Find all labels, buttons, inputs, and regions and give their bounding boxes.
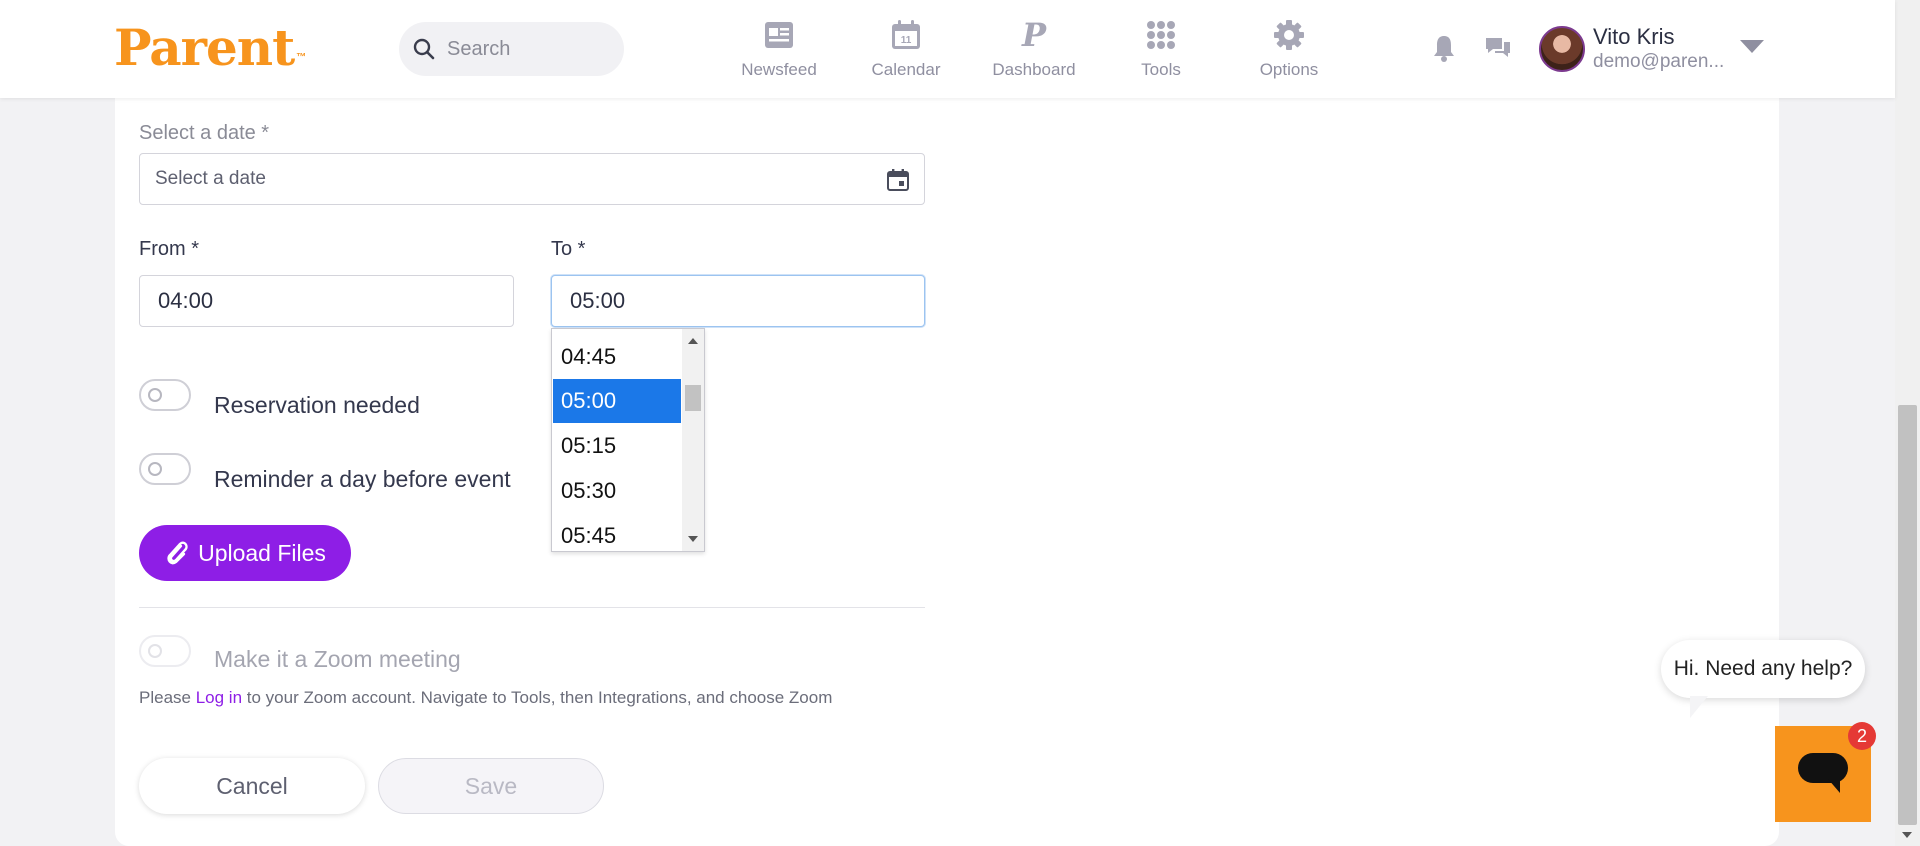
save-label: Save — [464, 772, 518, 799]
newsfeed-icon — [765, 22, 793, 48]
date-field[interactable]: Select a date — [139, 153, 925, 205]
svg-text:11: 11 — [901, 35, 912, 46]
time-option[interactable]: 05:45 — [553, 514, 681, 558]
to-time-field[interactable]: 05:00 — [551, 275, 925, 327]
from-time-value: 04:00 — [158, 288, 214, 313]
date-label: Select a date * — [139, 122, 270, 144]
upload-files-button[interactable]: Upload Files — [139, 525, 351, 581]
reservation-toggle[interactable] — [139, 379, 191, 411]
nav-newsfeed-label: Newsfeed — [741, 60, 817, 79]
time-option[interactable]: 05:15 — [553, 424, 681, 468]
zoom-note-suffix: to your Zoom account. Navigate to Tools,… — [246, 688, 833, 707]
nav-calendar[interactable]: 11 Calendar — [846, 18, 966, 80]
help-bubble-text: Hi. Need any help? — [1673, 657, 1853, 680]
date-placeholder: Select a date — [155, 168, 266, 189]
chat-unread-badge: 2 — [1848, 722, 1876, 750]
dropdown-scroll-thumb[interactable] — [685, 385, 701, 411]
time-option[interactable]: 04:45 — [553, 335, 681, 379]
gear-icon — [1274, 20, 1304, 50]
tools-icon — [1147, 21, 1175, 49]
avatar[interactable] — [1539, 26, 1585, 72]
user-name: Vito Kris — [1593, 24, 1675, 49]
from-label: From * — [139, 238, 199, 260]
dashboard-icon: P — [1021, 19, 1047, 51]
user-email: demo@paren... — [1593, 51, 1725, 72]
reminder-label: Reminder a day before event — [214, 466, 511, 492]
time-dropdown-list[interactable]: 04:45 05:00 05:15 05:30 05:45 — [551, 328, 705, 552]
from-time-field[interactable]: 04:00 — [139, 275, 514, 327]
nav-options[interactable]: Options — [1229, 18, 1349, 80]
scroll-up-arrow-icon[interactable] — [688, 338, 698, 344]
reminder-toggle[interactable] — [139, 453, 191, 485]
messages-icon[interactable] — [1484, 36, 1512, 60]
nav-options-label: Options — [1259, 60, 1319, 79]
search-icon — [413, 38, 435, 60]
to-label: To * — [551, 238, 586, 260]
page-scroll-thumb[interactable] — [1898, 405, 1917, 825]
help-bubble-tail — [1690, 696, 1708, 718]
nav-dashboard[interactable]: P Dashboard — [974, 18, 1094, 80]
section-divider — [139, 607, 925, 608]
zoom-login-link[interactable]: Log in — [196, 688, 242, 707]
nav-calendar-label: Calendar — [871, 60, 941, 79]
logo-trademark: ™ — [296, 52, 306, 63]
bell-icon[interactable] — [1432, 34, 1456, 62]
search-box[interactable] — [399, 22, 624, 76]
paperclip-icon — [167, 541, 188, 565]
time-option-selected[interactable]: 05:00 — [553, 379, 681, 423]
parent-logo[interactable]: Parent ™ — [114, 18, 306, 78]
page-scroll-down-icon[interactable] — [1902, 832, 1912, 838]
user-menu[interactable]: Vito Kris demo@paren... — [1539, 24, 1724, 74]
zoom-login-note: Please Log in to your Zoom account. Navi… — [139, 688, 832, 708]
dropdown-scrollbar[interactable] — [682, 329, 704, 551]
nav-tools-label: Tools — [1141, 60, 1181, 79]
search-input[interactable] — [445, 36, 599, 62]
scroll-down-arrow-icon[interactable] — [688, 536, 698, 542]
calendar-icon: 11 — [892, 20, 920, 49]
cancel-button[interactable]: Cancel — [139, 758, 365, 814]
chevron-down-icon[interactable] — [1740, 40, 1764, 54]
time-option[interactable]: 05:30 — [553, 469, 681, 513]
nav-newsfeed[interactable]: Newsfeed — [719, 18, 839, 80]
nav-dashboard-label: Dashboard — [992, 60, 1076, 79]
cancel-label: Cancel — [216, 772, 288, 799]
zoom-toggle[interactable] — [139, 635, 191, 667]
calendar-picker-icon[interactable] — [886, 168, 910, 192]
nav-tools[interactable]: Tools — [1101, 18, 1221, 80]
svg-text:P: P — [1021, 19, 1047, 51]
zoom-note-prefix: Please — [139, 688, 191, 707]
save-button[interactable]: Save — [378, 758, 604, 814]
zoom-label: Make it a Zoom meeting — [214, 646, 461, 672]
upload-files-label: Upload Files — [198, 539, 326, 566]
logo-text: Parent — [114, 18, 295, 77]
to-time-value: 05:00 — [570, 288, 626, 313]
help-bubble[interactable]: Hi. Need any help? — [1661, 640, 1865, 698]
chat-icon — [1798, 753, 1848, 793]
top-navigation-bar: Parent™ Newsfeed 11 — [0, 0, 1895, 98]
reservation-label: Reservation needed — [214, 392, 420, 418]
